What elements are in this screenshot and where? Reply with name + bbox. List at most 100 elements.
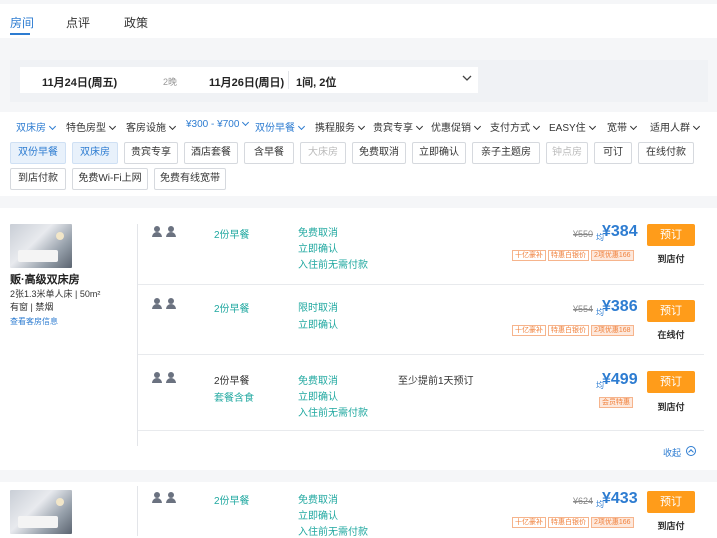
chevron-down-icon xyxy=(108,122,117,131)
policy-text: 立即确认 xyxy=(298,244,338,255)
policy-text: 立即确认 xyxy=(298,392,338,403)
promo-badge: 十亿豪补 xyxy=(512,325,546,336)
promo-badge: 十亿豪补 xyxy=(512,517,546,528)
tab-bar: 房间 点评 政策 xyxy=(0,4,717,38)
policy-text: 免费取消 xyxy=(298,376,338,387)
package-info: 套餐含食 xyxy=(214,393,254,404)
guests-icon xyxy=(152,298,182,310)
filter-facilities[interactable]: 客房设施 xyxy=(126,119,177,134)
date-room-selector[interactable]: 11月24日(周五) 2晚 11月26日(周日) 1间, 2位 xyxy=(20,67,478,93)
promo-badges: 会员特惠 xyxy=(599,395,635,408)
tab-rooms[interactable]: 房间 xyxy=(10,14,34,31)
tag-pay-at-hotel[interactable]: 到店付款 xyxy=(10,168,66,190)
chevron-down-icon xyxy=(48,122,57,131)
promo-badge: 特惠白银价 xyxy=(548,325,589,336)
guests-icon xyxy=(152,492,182,504)
filter-feature-room[interactable]: 特色房型 xyxy=(66,119,117,134)
payment-method: 到店付 xyxy=(657,521,685,531)
policy-text: 限时取消 xyxy=(298,303,338,314)
checkin-date[interactable]: 11月24日(周五) xyxy=(42,74,117,90)
promo-badges: 十亿豪补 特惠白银价 2项优惠166 xyxy=(512,515,636,528)
booking-note: 至少提前1天预订 xyxy=(398,376,474,387)
tag-list: 双份早餐 双床房 贵宾专享 酒店套餐 含早餐 大床房 免费取消 立即确认 亲子主… xyxy=(0,138,717,196)
promo-badge: 2项优惠166 xyxy=(591,517,634,528)
chevron-down-icon xyxy=(692,122,701,131)
filter-promo[interactable]: 优惠促销 xyxy=(431,119,482,134)
tab-reviews[interactable]: 点评 xyxy=(66,14,90,31)
tab-policy[interactable]: 政策 xyxy=(124,14,148,31)
original-price: ¥624 xyxy=(573,496,594,506)
filter-payment[interactable]: 支付方式 xyxy=(490,119,541,134)
chevron-down-icon xyxy=(473,122,482,131)
filter-easy[interactable]: EASY住 xyxy=(549,119,596,134)
room-detail-link[interactable]: 查看客房信息 xyxy=(10,316,58,327)
filter-bar: 双床房 特色房型 客房设施 ¥300 - ¥700 双份早餐 携程服务 贵宾专享… xyxy=(0,112,717,138)
promo-badge: 十亿豪补 xyxy=(512,250,546,261)
book-button[interactable]: 预订 xyxy=(647,491,695,513)
chevron-down-icon[interactable] xyxy=(461,72,473,84)
room-photo[interactable] xyxy=(10,224,72,268)
payment-method: 在线付 xyxy=(657,330,685,340)
chevron-down-icon xyxy=(242,118,250,127)
price: ¥499 xyxy=(602,371,638,388)
tag-available[interactable]: 可订 xyxy=(594,142,632,164)
guests-icon xyxy=(152,372,182,384)
guests-icon xyxy=(152,226,182,238)
policy-text: 入住前无需付款 xyxy=(298,408,368,419)
tag-package[interactable]: 酒店套餐 xyxy=(184,142,238,164)
room-photo[interactable] xyxy=(10,490,72,534)
chevron-up-icon[interactable] xyxy=(686,446,696,456)
tag-family-theme[interactable]: 亲子主题房 xyxy=(472,142,540,164)
room-title[interactable]: 贩·高级双床房 xyxy=(10,271,80,287)
book-button[interactable]: 预订 xyxy=(647,224,695,246)
price: ¥386 xyxy=(602,298,638,315)
payment-method: 到店付 xyxy=(657,402,685,412)
room-guest-selector[interactable]: 1间, 2位 xyxy=(296,74,336,90)
filter-price[interactable]: ¥300 - ¥700 xyxy=(186,118,250,130)
filter-breakfast[interactable]: 双份早餐 xyxy=(255,119,306,134)
policy-text: 免费取消 xyxy=(298,495,338,506)
policy-text: 免费取消 xyxy=(298,228,338,239)
policy-text: 立即确认 xyxy=(298,320,338,331)
tag-free-wired[interactable]: 免费有线宽带 xyxy=(154,168,226,190)
promo-badge: 2项优惠166 xyxy=(591,250,634,261)
breakfast-info: 2份早餐 xyxy=(214,376,250,387)
tag-free-cancel[interactable]: 免费取消 xyxy=(352,142,406,164)
price: ¥433 xyxy=(602,490,638,507)
filter-twin-room[interactable]: 双床房 xyxy=(16,119,57,134)
filter-service[interactable]: 携程服务 xyxy=(315,119,366,134)
filter-audience[interactable]: 适用人群 xyxy=(650,119,701,134)
book-button[interactable]: 预订 xyxy=(647,371,695,393)
checkout-date[interactable]: 11月26日(周日) xyxy=(209,74,284,90)
tag-pay-online[interactable]: 在线付款 xyxy=(638,142,694,164)
filter-vip[interactable]: 贵宾专享 xyxy=(373,119,424,134)
active-tab-indicator xyxy=(10,33,30,35)
nights-count: 2晚 xyxy=(163,77,178,87)
promo-badge: 2项优惠168 xyxy=(591,325,634,336)
tag-twin-room[interactable]: 双床房 xyxy=(72,142,118,164)
tag-hourly-room[interactable]: 钟点房 xyxy=(546,142,588,164)
price: ¥384 xyxy=(602,223,638,240)
chevron-down-icon xyxy=(297,122,306,131)
chevron-down-icon xyxy=(629,122,638,131)
tag-free-wifi[interactable]: 免费Wi-Fi上网 xyxy=(72,168,148,190)
breakfast-info: 2份早餐 xyxy=(214,230,250,241)
room-card: 2份早餐 免费取消 立即确认 入住前无需付款 ¥624 均 ¥433 十亿豪补特… xyxy=(0,482,717,538)
promo-badges: 十亿豪补 特惠白银价 2项优惠168 xyxy=(512,323,636,336)
breakfast-info: 2份早餐 xyxy=(214,496,250,507)
tag-double-breakfast[interactable]: 双份早餐 xyxy=(10,142,66,164)
tag-instant-confirm[interactable]: 立即确认 xyxy=(412,142,466,164)
tag-king-room[interactable]: 大床房 xyxy=(300,142,346,164)
collapse-button[interactable]: 收起 xyxy=(663,446,681,459)
filter-broadband[interactable]: 宽带 xyxy=(607,119,638,134)
original-price: ¥550 xyxy=(573,229,594,239)
payment-method: 到店付 xyxy=(657,254,685,264)
tag-breakfast[interactable]: 含早餐 xyxy=(244,142,294,164)
chevron-down-icon xyxy=(588,122,596,131)
tag-vip[interactable]: 贵宾专享 xyxy=(124,142,178,164)
chevron-down-icon xyxy=(168,122,177,131)
book-button[interactable]: 预订 xyxy=(647,300,695,322)
policy-text: 立即确认 xyxy=(298,511,338,522)
breakfast-info: 2份早餐 xyxy=(214,304,250,315)
promo-badge: 特惠白银价 xyxy=(548,517,589,528)
